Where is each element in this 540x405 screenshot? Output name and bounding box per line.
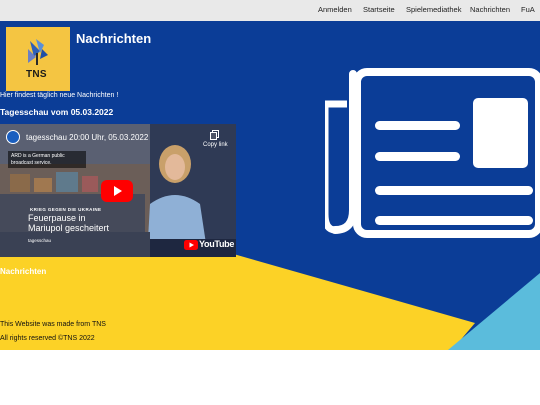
youtube-wordmark[interactable]: YouTube (199, 239, 234, 249)
video-headline-line-2: Mariupol gescheitert (28, 223, 110, 233)
tns-logo[interactable]: TNS (6, 27, 70, 91)
footer-made-by: This Website was made from TNS (0, 321, 106, 328)
logo-text: TNS (26, 69, 47, 80)
nav-link-anmelden[interactable]: Anmelden (318, 5, 352, 14)
video-kicker: KRIEG GEGEN DIE UKRAINE (30, 207, 102, 212)
main-content: TNS Nachrichten Hier findest täglich neu… (0, 21, 540, 350)
top-nav: Anmelden Startseite Spielemediathek Nach… (0, 0, 540, 21)
video-title[interactable]: tagesschau 20:00 Uhr, 05.03.2022 (26, 133, 148, 142)
play-button[interactable] (101, 180, 133, 202)
page-title: Nachrichten (76, 31, 152, 46)
copy-link-label[interactable]: Copy link (203, 142, 228, 148)
video-player[interactable]: tagesschau 20:00 Uhr, 05.03.2022 Copy li… (0, 124, 236, 257)
newspaper-icon (325, 68, 540, 238)
footer-rights: All rights reserved ©TNS 2022 (0, 335, 95, 342)
video-heading: Tagesschau vom 05.03.2022 (0, 107, 114, 117)
nav-link-nachrichten[interactable]: Nachrichten (470, 5, 510, 14)
play-icon (114, 186, 122, 196)
video-info-panel: ARD is a German public broadcast service… (8, 151, 86, 168)
page: Anmelden Startseite Spielemediathek Nach… (0, 0, 540, 405)
copy-icon[interactable] (210, 130, 219, 140)
section-heading-nachrichten: Nachrichten (0, 267, 47, 276)
video-brand: tagesschau (28, 238, 52, 243)
video-headline-line-1: Feuerpause in (28, 213, 86, 223)
light-blue-shape (448, 273, 540, 350)
nav-link-startseite[interactable]: Startseite (363, 5, 395, 14)
logo-emblem-icon (28, 39, 48, 65)
intro-text: Hier findest täglich neue Nachrichten ! (0, 92, 119, 99)
nav-link-spielemediathek[interactable]: Spielemediathek (406, 5, 461, 14)
nav-link-fua[interactable]: FuA (521, 5, 535, 14)
youtube-icon[interactable] (184, 240, 198, 250)
channel-avatar-icon[interactable] (6, 130, 20, 144)
